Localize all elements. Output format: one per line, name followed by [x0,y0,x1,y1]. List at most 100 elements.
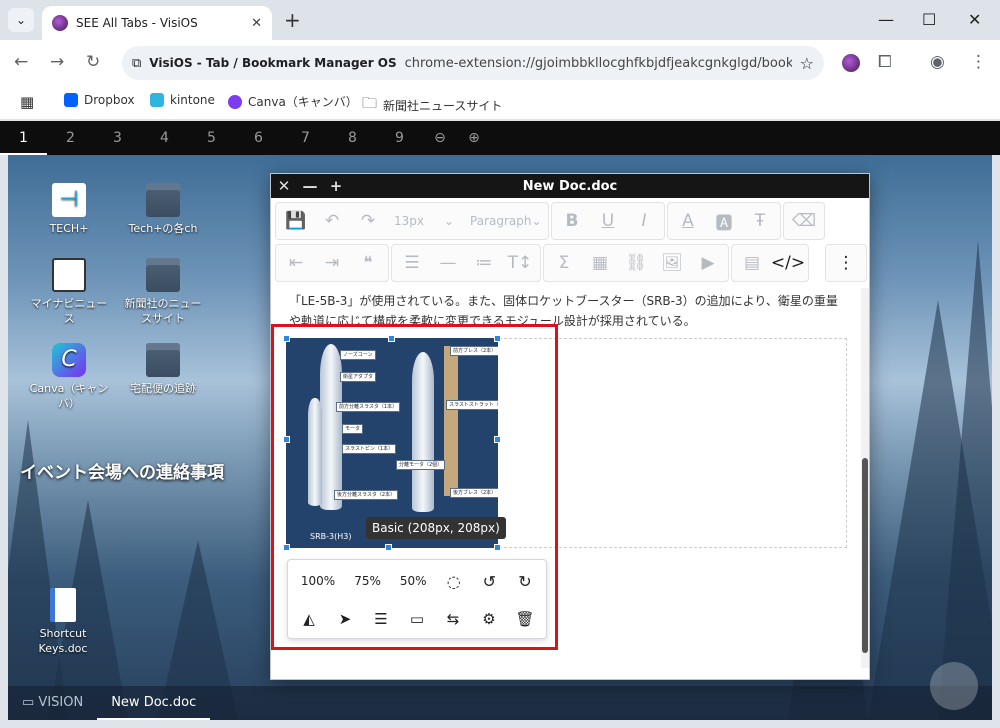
workspace-tab-6[interactable]: 6 [235,121,282,155]
maximize-icon[interactable]: ☐ [922,10,936,29]
icon-label: Shortcut Keys.doc [38,627,88,655]
remove-workspace-icon[interactable]: ⊖ [423,121,457,155]
bookmark-canva[interactable]: Canva（キャンバ） [228,93,358,110]
desktop-banner-text: イベント会場への連絡事項 [20,463,224,483]
workspace-tab-4[interactable]: 4 [141,121,188,155]
text-color-icon[interactable]: A [670,203,706,239]
bookmark-label: Canva（キャンバ） [248,95,358,109]
underline-icon[interactable]: U [590,203,626,239]
techplus-logo-icon: ⊣ [52,183,86,217]
outdent-icon[interactable]: ⇤ [278,245,314,281]
bookmark-label: kintone [170,93,215,107]
clear-format-icon[interactable]: Ŧ [742,203,778,239]
eraser-icon[interactable]: ⌫ [786,203,822,239]
browser-tab[interactable]: SEE All Tabs - VisiOS ✕ [42,6,272,40]
add-workspace-icon[interactable]: ⊕ [457,121,491,155]
list-icon[interactable]: ≔ [466,245,502,281]
workspace-tab-1[interactable]: 1 [0,121,47,155]
minimize-icon[interactable]: — [297,177,323,195]
taskbar-label: New Doc.doc [111,695,197,710]
scrollbar-thumb[interactable] [862,458,868,653]
bold-icon[interactable]: B [554,203,590,239]
close-icon[interactable]: ✕ [271,177,297,195]
visios-extension-icon[interactable] [842,54,860,72]
desktop-icon-delivery[interactable]: 宅配便の追跡 [122,343,204,396]
indent-icon[interactable]: ⇥ [314,245,350,281]
close-window-icon[interactable]: ✕ [968,10,981,29]
workspace-tab-5[interactable]: 5 [188,121,235,155]
extensions-puzzle-icon[interactable]: ⧠ [878,52,892,72]
link-icon[interactable]: ⛓ [618,245,654,281]
bookmark-label: Dropbox [84,93,135,107]
more-options-icon[interactable]: ⋮ [828,245,864,281]
taskbar-item-newdoc[interactable]: New Doc.doc [97,686,211,720]
window-title: New Doc.doc [522,178,618,194]
video-icon[interactable]: ▶ [690,245,726,281]
workspace-tab-3[interactable]: 3 [94,121,141,155]
block-format-select[interactable]: Paragraph ⌄ [462,203,546,239]
chevron-down-icon: ⌄ [15,13,27,27]
icon-label: Tech+の各ch [128,222,198,235]
profile-icon[interactable]: ◉ [930,52,945,72]
extension-icon: ⧉ [132,55,142,71]
reload-icon[interactable]: ↻ [86,52,100,72]
close-tab-icon[interactable]: ✕ [251,16,262,31]
bookmark-folder-news[interactable]: 🗀 新聞社ニュースサイト [362,93,502,118]
bookmark-kintone[interactable]: kintone [150,93,215,107]
workspace-tab-7[interactable]: 7 [282,121,329,155]
dropbox-icon [64,93,78,107]
url-text[interactable]: chrome-extension://gjoimbbkllocghfkbjdfj… [405,56,792,71]
redo-icon[interactable]: ↷ [350,203,386,239]
maximize-icon[interactable]: + [323,177,349,195]
forward-icon[interactable]: → [50,52,64,72]
editor-toolbar-row-2: ⇤ ⇥ ❝ ☰ — ≔ T↕ Σ ▦ ⛓ 🖼 ▶ ▤ </> ⋮ [275,243,867,283]
image-icon[interactable]: 🖼 [654,245,690,281]
canva-icon [228,94,242,109]
taskbar-label: VISION [38,695,84,710]
desktop-icon-news-site[interactable]: 新聞社のニュースサイト [122,258,204,326]
line-height-icon[interactable]: T↕ [502,245,538,281]
block-format-value: Paragraph [470,214,532,228]
blockquote-icon[interactable]: ❝ [350,245,386,281]
italic-icon[interactable]: I [626,203,662,239]
desktop-icon-canva[interactable]: C Canva（キャンバ） [28,343,110,411]
bookmark-dropbox[interactable]: Dropbox [64,93,135,107]
icon-label: TECH+ [49,222,89,235]
kintone-icon [150,93,164,107]
workspace-tab-9[interactable]: 9 [376,121,423,155]
font-size-select[interactable]: 13px ⌄ [386,203,462,239]
tab-title: SEE All Tabs - VisiOS [76,16,198,30]
code-view-icon[interactable]: </> [770,245,806,281]
canva-logo-icon: C [52,343,86,377]
minimize-icon[interactable]: — [878,10,894,29]
assistant-orb[interactable] [930,662,978,710]
star-icon[interactable]: ☆ [800,54,814,73]
editor-scrollbar[interactable] [861,288,869,668]
horizontal-rule-icon[interactable]: — [430,245,466,281]
table-icon[interactable]: ▦ [582,245,618,281]
editor-titlebar[interactable]: ✕ — + New Doc.doc [271,174,869,198]
desktop-icon-shortcut-doc[interactable]: Shortcut Keys.doc [22,588,104,656]
desktop-icon-tech-ch[interactable]: Tech+の各ch [122,183,204,236]
menu-kebab-icon[interactable]: ⋮ [970,52,987,72]
math-sigma-icon[interactable]: Σ [546,245,582,281]
workspace-tab-8[interactable]: 8 [329,121,376,155]
new-tab-button[interactable]: + [284,8,301,32]
show-blocks-icon[interactable]: ▤ [734,245,770,281]
tab-search-dropdown[interactable]: ⌄ [8,8,34,32]
apps-grid-icon[interactable]: ▦ [20,93,34,111]
desktop-icon-mynavi[interactable]: マイナビニュース [28,258,110,326]
workspace-tab-2[interactable]: 2 [47,121,94,155]
undo-icon[interactable]: ↶ [314,203,350,239]
taskbar-item-vision[interactable]: ▭ VISION [8,686,97,720]
visios-favicon-icon [52,15,68,31]
background-color-icon[interactable]: 🅰 [706,203,742,239]
align-icon[interactable]: ☰ [394,245,430,281]
desktop-icon-techplus[interactable]: ⊣ TECH+ [28,183,110,236]
address-bar[interactable]: ⧉ VisiOS - Tab / Bookmark Manager OS chr… [122,46,824,80]
folder-icon [146,183,180,217]
icon-label: マイナビニュース [30,297,108,325]
save-icon[interactable]: 💾 [278,203,314,239]
back-icon[interactable]: ← [14,52,28,72]
bookmark-label: 新聞社ニュースサイト [383,99,503,113]
